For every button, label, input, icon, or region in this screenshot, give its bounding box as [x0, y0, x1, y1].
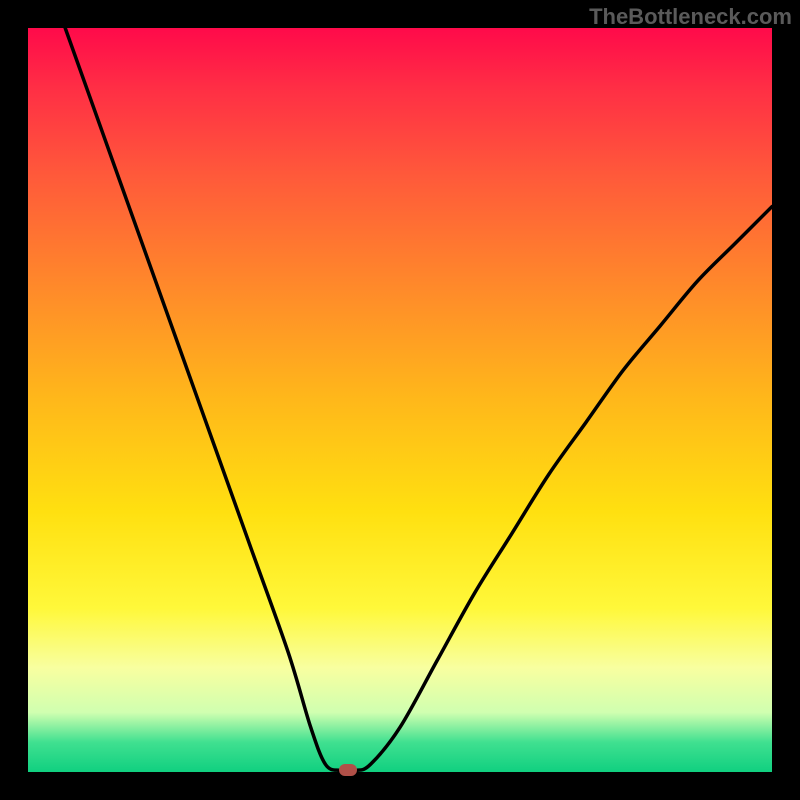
optimal-point-marker	[339, 764, 357, 776]
watermark-text: TheBottleneck.com	[589, 4, 792, 30]
bottleneck-curve	[28, 28, 772, 772]
chart-plot-area	[28, 28, 772, 772]
